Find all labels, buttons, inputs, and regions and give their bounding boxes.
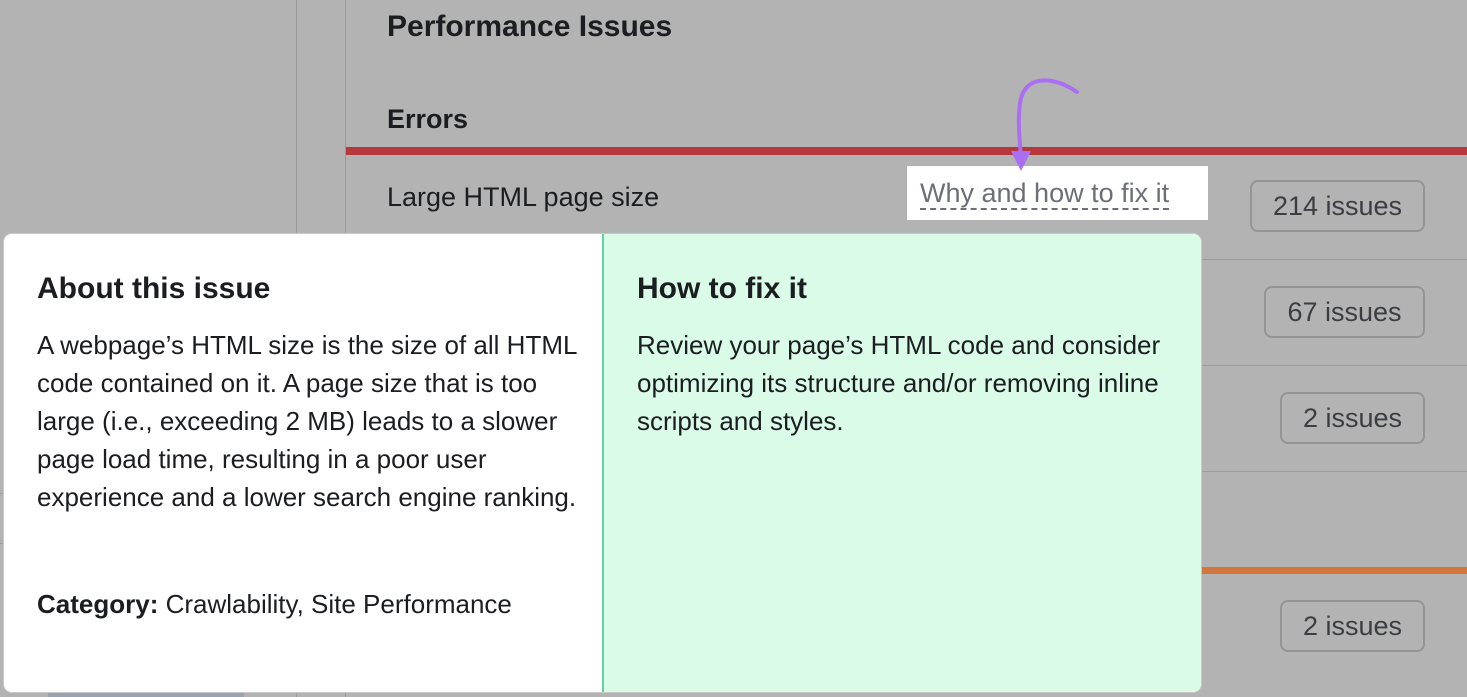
warning-severity-bar: [1202, 567, 1467, 574]
why-and-how-to-fix-link-text: Why and how to fix it: [920, 178, 1170, 210]
about-issue-text: A webpage’s HTML size is the size of all…: [37, 330, 577, 512]
row-divider: [1202, 259, 1467, 260]
row-divider: [1202, 471, 1467, 472]
issue-count-badge[interactable]: 2 issues: [1280, 600, 1425, 652]
about-issue-column: About this issue A webpage’s HTML size i…: [4, 234, 602, 692]
issue-count-badge[interactable]: 214 issues: [1250, 180, 1425, 232]
how-to-fix-column: How to fix it Review your page’s HTML co…: [602, 234, 1201, 692]
errors-section-title: Errors: [387, 104, 469, 134]
issue-category: Category: Crawlability, Site Performance: [37, 585, 577, 623]
error-severity-bar: [346, 147, 1467, 155]
category-label: Category:: [37, 589, 159, 619]
panel-title: Performance Issues: [387, 10, 673, 43]
issue-row-label[interactable]: Large HTML page size: [387, 182, 659, 213]
annotation-arrow-icon: [1011, 78, 1079, 171]
about-issue-title: About this issue: [37, 272, 271, 305]
row-divider: [1202, 365, 1467, 366]
issue-count-badge[interactable]: 2 issues: [1280, 392, 1425, 444]
how-to-fix-text: Review your page’s HTML code and conside…: [637, 330, 1161, 436]
issue-info-popup: About this issue A webpage’s HTML size i…: [4, 234, 1201, 692]
category-value: Crawlability, Site Performance: [165, 589, 512, 619]
how-to-fix-title: How to fix it: [637, 272, 807, 305]
issue-count-badge[interactable]: 67 issues: [1264, 286, 1425, 338]
